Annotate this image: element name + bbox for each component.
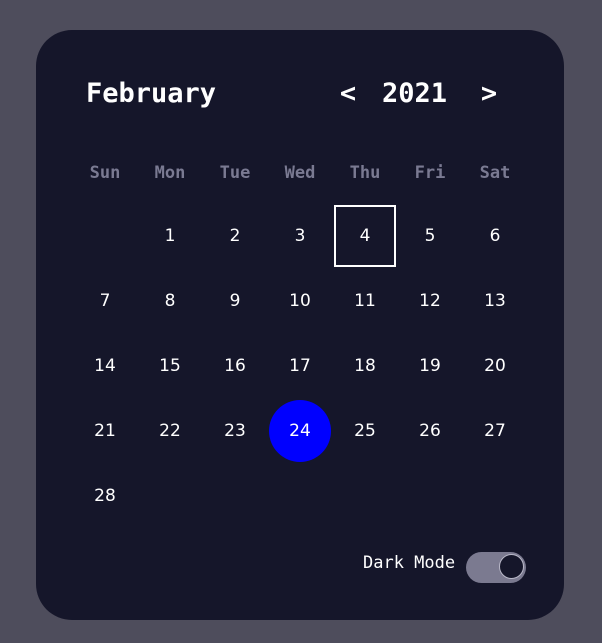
dark-mode-toggle[interactable] <box>466 552 526 583</box>
day-cell[interactable]: 5 <box>399 205 461 267</box>
weekday-sun: Sun <box>89 163 121 183</box>
weekday-tue: Tue <box>219 163 251 183</box>
calendar-card: February < 2021 > Sun Mon Tue Wed Thu Fri Sat … <box>36 30 564 620</box>
day-cell[interactable]: 10 <box>269 270 331 332</box>
weekday-thu: Thu <box>349 163 381 183</box>
day-cell-selected[interactable]: 24 <box>269 400 331 462</box>
day-cell[interactable]: 21 <box>74 400 136 462</box>
prev-year-button[interactable]: < <box>334 76 362 112</box>
day-cell[interactable]: 27 <box>464 400 526 462</box>
day-cell[interactable]: 13 <box>464 270 526 332</box>
day-cell[interactable]: 15 <box>139 335 201 397</box>
day-cell[interactable]: 12 <box>399 270 461 332</box>
weekday-sat: Sat <box>479 163 511 183</box>
day-cell[interactable]: 28 <box>74 465 136 527</box>
dark-mode-label: Dark Mode <box>363 553 456 573</box>
weekday-mon: Mon <box>154 163 186 183</box>
year-label: 2021 <box>382 78 448 109</box>
day-cell[interactable]: 17 <box>269 335 331 397</box>
day-cell[interactable]: 22 <box>139 400 201 462</box>
day-cell[interactable]: 20 <box>464 335 526 397</box>
day-cell[interactable]: 25 <box>334 400 396 462</box>
next-year-button[interactable]: > <box>475 76 503 112</box>
day-cell-today[interactable]: 4 <box>334 205 396 267</box>
day-cell[interactable]: 1 <box>139 205 201 267</box>
day-cell[interactable]: 6 <box>464 205 526 267</box>
day-cell[interactable]: 8 <box>139 270 201 332</box>
day-cell[interactable]: 26 <box>399 400 461 462</box>
day-cell[interactable]: 18 <box>334 335 396 397</box>
weekday-fri: Fri <box>414 163 446 183</box>
day-cell[interactable]: 7 <box>74 270 136 332</box>
day-cell[interactable]: 19 <box>399 335 461 397</box>
toggle-knob <box>499 554 524 579</box>
day-cell[interactable]: 3 <box>269 205 331 267</box>
month-label: February <box>86 78 217 109</box>
day-cell[interactable]: 16 <box>204 335 266 397</box>
day-cell[interactable]: 23 <box>204 400 266 462</box>
day-cell[interactable]: 9 <box>204 270 266 332</box>
weekday-wed: Wed <box>284 163 316 183</box>
day-cell[interactable]: 2 <box>204 205 266 267</box>
day-cell[interactable]: 11 <box>334 270 396 332</box>
day-cell[interactable]: 14 <box>74 335 136 397</box>
